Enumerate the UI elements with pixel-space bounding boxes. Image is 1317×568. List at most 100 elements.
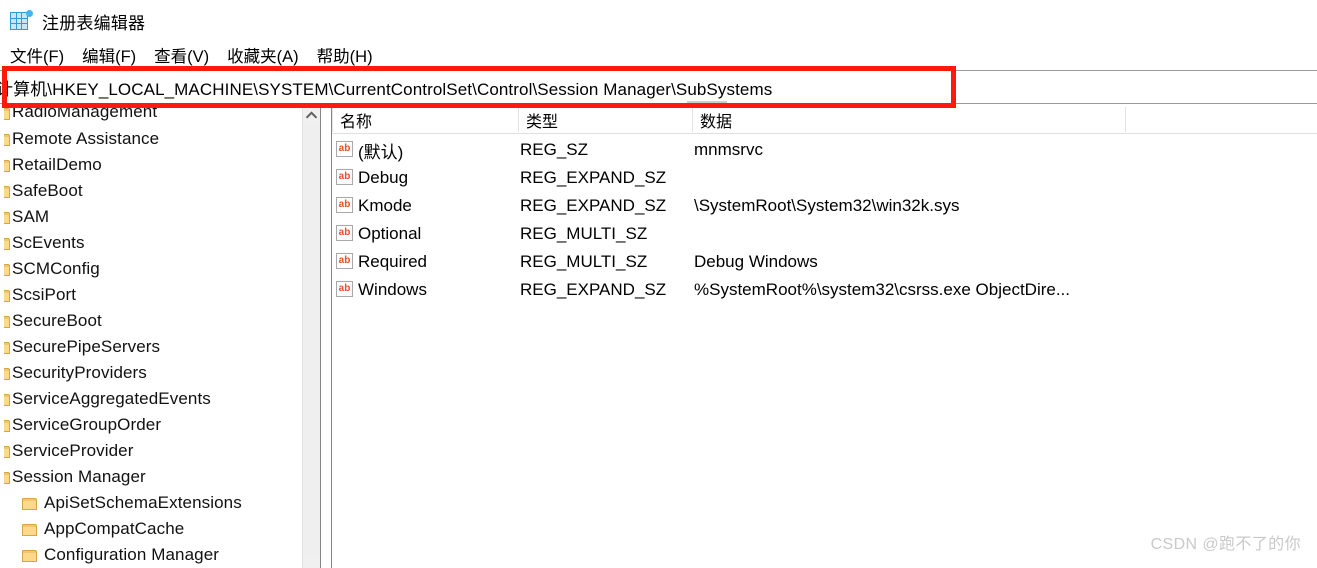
column-header-data[interactable]: 数据 — [700, 108, 732, 132]
tree-item-session-manager[interactable]: Session Manager — [0, 464, 302, 490]
tree-item-label: ServiceProvider — [12, 441, 134, 460]
tree-item-label: Session Manager — [12, 467, 146, 486]
folder-icon — [22, 549, 37, 562]
folder-icon — [4, 133, 10, 146]
folder-icon — [4, 419, 10, 432]
value-type: REG_MULTI_SZ — [520, 252, 648, 271]
folder-icon — [4, 341, 10, 354]
tree-item-retaildemo[interactable]: RetailDemo — [0, 152, 302, 178]
registry-tree-list: RadioManagement Remote Assistance Retail… — [0, 106, 302, 568]
value-data: \SystemRoot\System32\win32k.sys — [694, 196, 960, 215]
window-title: 注册表编辑器 — [42, 13, 146, 33]
tree-item-label: AppCompatCache — [44, 519, 185, 538]
tree-item-scmconfig[interactable]: SCMConfig — [0, 256, 302, 282]
string-value-icon: ab — [336, 169, 355, 187]
tree-item-label: ApiSetSchemaExtensions — [44, 493, 242, 512]
folder-icon — [4, 471, 10, 484]
string-value-icon: ab — [336, 197, 355, 215]
menu-item-help[interactable]: 帮助(H) — [315, 43, 375, 67]
value-type: REG_EXPAND_SZ — [520, 280, 667, 299]
address-path-text: 计算机\HKEY_LOCAL_MACHINE\SYSTEM\CurrentCon… — [0, 79, 773, 99]
string-value-icon: ab — [336, 281, 355, 299]
value-data: mnmsrvc — [694, 140, 763, 159]
column-divider[interactable] — [692, 107, 693, 132]
tree-item-label: SecureBoot — [12, 311, 102, 330]
tree-item-securityproviders[interactable]: SecurityProviders — [0, 360, 302, 386]
value-name: (默认) — [358, 142, 404, 162]
tree-item-label: RetailDemo — [12, 155, 102, 174]
table-row[interactable]: ab Debug REG_EXPAND_SZ — [332, 164, 1317, 192]
scrollbar-thumb[interactable] — [304, 124, 320, 554]
folder-icon — [4, 185, 10, 198]
tree-item-apisetschemaextensions[interactable]: ApiSetSchemaExtensions — [0, 490, 302, 516]
value-data: Debug Windows — [694, 252, 818, 271]
tree-item-label: SAM — [12, 207, 50, 226]
tree-item-remote-assistance[interactable]: Remote Assistance — [0, 126, 302, 152]
tree-item-sam[interactable]: SAM — [0, 204, 302, 230]
string-value-icon: ab — [336, 141, 355, 159]
menu-item-favorites[interactable]: 收藏夹(A) — [225, 43, 301, 67]
tree-item-label: RadioManagement — [12, 106, 158, 121]
registry-values-pane: 名称 类型 数据 ab (默认) REG_SZ mnmsrvc ab Debug… — [332, 106, 1317, 568]
menu-item-file[interactable]: 文件(F) — [8, 43, 66, 67]
main-content: RadioManagement Remote Assistance Retail… — [0, 106, 1317, 568]
value-name: Optional — [358, 224, 422, 243]
tree-item-scsiport[interactable]: ScsiPort — [0, 282, 302, 308]
value-type: REG_EXPAND_SZ — [520, 168, 667, 187]
string-value-icon: ab — [336, 253, 355, 271]
tree-item-configuration-manager[interactable]: Configuration Manager — [0, 542, 302, 568]
address-bar-container: 计算机\HKEY_LOCAL_MACHINE\SYSTEM\CurrentCon… — [0, 70, 1317, 104]
chevron-up-icon[interactable] — [303, 106, 320, 124]
tree-item-servicegrouporder[interactable]: ServiceGroupOrder — [0, 412, 302, 438]
tree-item-securepipeservers[interactable]: SecurePipeServers — [0, 334, 302, 360]
tree-vertical-scrollbar[interactable] — [302, 106, 320, 568]
tree-item-appcompatcache[interactable]: AppCompatCache — [0, 516, 302, 542]
folder-icon — [22, 523, 37, 536]
address-bar[interactable]: 计算机\HKEY_LOCAL_MACHINE\SYSTEM\CurrentCon… — [0, 70, 1317, 104]
tree-item-radiomanagement[interactable]: RadioManagement — [0, 106, 302, 126]
string-value-icon: ab — [336, 225, 355, 243]
value-name: Windows — [358, 280, 427, 299]
pane-splitter[interactable] — [320, 106, 332, 568]
folder-icon — [4, 315, 10, 328]
column-header-type[interactable]: 类型 — [526, 108, 558, 132]
table-row[interactable]: ab (默认) REG_SZ mnmsrvc — [332, 136, 1317, 164]
folder-icon — [4, 289, 10, 302]
table-row[interactable]: ab Kmode REG_EXPAND_SZ \SystemRoot\Syste… — [332, 192, 1317, 220]
table-row[interactable]: ab Windows REG_EXPAND_SZ %SystemRoot%\sy… — [332, 276, 1317, 304]
menu-item-edit[interactable]: 编辑(F) — [80, 43, 138, 67]
tree-item-scevents[interactable]: ScEvents — [0, 230, 302, 256]
value-data: %SystemRoot%\system32\csrss.exe ObjectDi… — [694, 280, 1071, 299]
table-row[interactable]: ab Optional REG_MULTI_SZ — [332, 220, 1317, 248]
column-divider[interactable] — [1125, 107, 1126, 132]
tree-item-label: SCMConfig — [12, 259, 100, 278]
menu-bar: 文件(F) 编辑(F) 查看(V) 收藏夹(A) 帮助(H) — [0, 42, 1317, 68]
tree-item-label: SecurityProviders — [12, 363, 147, 382]
registry-editor-window: 注册表编辑器 文件(F) 编辑(F) 查看(V) 收藏夹(A) 帮助(H) 计算… — [0, 0, 1317, 568]
value-name: Kmode — [358, 196, 412, 215]
folder-icon — [22, 497, 37, 510]
tree-item-label: ScsiPort — [12, 285, 77, 304]
tree-item-serviceaggregatedevents[interactable]: ServiceAggregatedEvents — [0, 386, 302, 412]
value-name: Required — [358, 252, 427, 271]
registry-icon — [10, 10, 33, 32]
tree-item-label: ServiceGroupOrder — [12, 415, 162, 434]
value-type: REG_EXPAND_SZ — [520, 196, 667, 215]
folder-icon — [4, 107, 10, 120]
folder-icon — [4, 393, 10, 406]
column-divider[interactable] — [518, 107, 519, 132]
value-type: REG_SZ — [520, 140, 589, 159]
tree-item-label: Remote Assistance — [12, 129, 160, 148]
tree-item-safeboot[interactable]: SafeBoot — [0, 178, 302, 204]
title-bar: 注册表编辑器 — [0, 0, 1317, 42]
table-row[interactable]: ab Required REG_MULTI_SZ Debug Windows — [332, 248, 1317, 276]
menu-item-view[interactable]: 查看(V) — [152, 43, 211, 67]
tree-item-label: ScEvents — [12, 233, 85, 252]
tree-item-secureboot[interactable]: SecureBoot — [0, 308, 302, 334]
tree-item-label: Configuration Manager — [44, 545, 220, 564]
tree-item-serviceprovider[interactable]: ServiceProvider — [0, 438, 302, 464]
column-divider — [332, 107, 333, 132]
tree-item-label: ServiceAggregatedEvents — [12, 389, 211, 408]
tree-item-label: SecurePipeServers — [12, 337, 161, 356]
column-header-name[interactable]: 名称 — [340, 108, 372, 132]
